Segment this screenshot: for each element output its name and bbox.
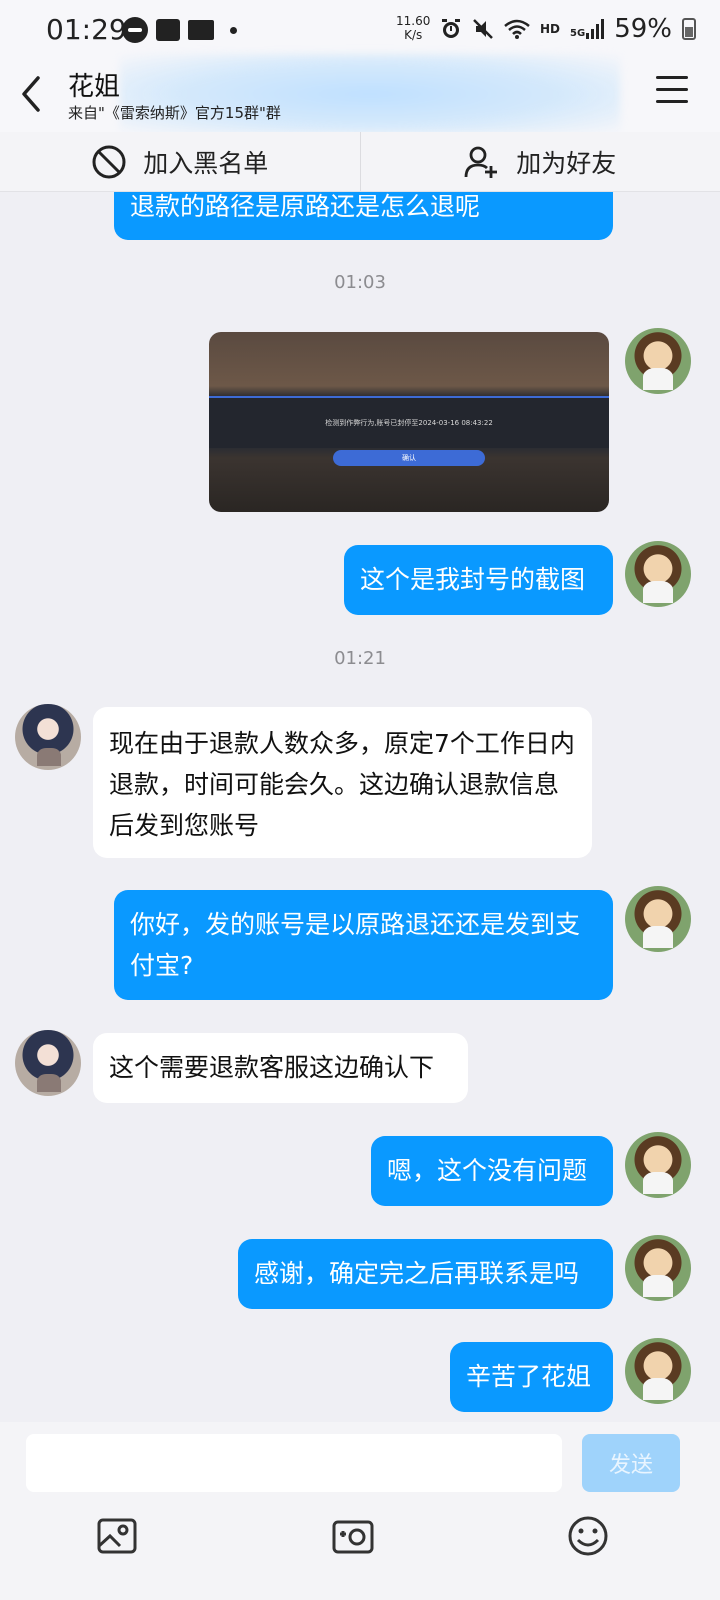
screenshot-confirm: 确认 xyxy=(333,450,485,466)
network-type: 5G xyxy=(570,28,586,39)
message-bubble-outgoing[interactable]: 辛苦了花姐 xyxy=(450,1342,613,1412)
avatar[interactable] xyxy=(15,1030,81,1096)
menu-icon xyxy=(656,76,688,79)
emoji-button[interactable] xyxy=(566,1514,610,1558)
avatar[interactable] xyxy=(625,1132,691,1198)
input-bar: 发送 xyxy=(0,1422,720,1600)
emoji-icon xyxy=(568,1516,608,1556)
camera-icon xyxy=(332,1520,374,1554)
gallery-notification-icon xyxy=(156,19,180,41)
message-bubble-outgoing[interactable]: 这个是我封号的截图 xyxy=(344,545,613,615)
camera-button[interactable] xyxy=(331,1514,375,1558)
mute-icon xyxy=(473,19,493,39)
screenshot-text: 检测到作弊行为,账号已封停至2024-03-16 08:43:22 xyxy=(325,419,493,427)
status-time: 01:29 xyxy=(46,13,127,46)
cell-signal-icon: 5G xyxy=(570,19,605,39)
block-icon xyxy=(92,145,126,178)
chat-subtitle: 来自"《雷索纳斯》官方15群"群 xyxy=(68,104,281,122)
menu-button[interactable] xyxy=(656,76,688,106)
battery-icon xyxy=(681,18,696,40)
message-bubble-outgoing[interactable]: 嗯，这个没有问题 xyxy=(371,1136,613,1206)
message-bubble-outgoing[interactable]: 感谢，确定完之后再联系是吗 xyxy=(238,1239,613,1309)
photo-button[interactable] xyxy=(96,1514,140,1558)
chat-header: 花姐 来自"《雷索纳斯》官方15群"群 xyxy=(0,54,720,134)
back-arrow-icon xyxy=(22,76,40,112)
notification-icons xyxy=(122,17,237,43)
image-message[interactable]: 检测到作弊行为,账号已封停至2024-03-16 08:43:22 确认 xyxy=(209,332,609,512)
avatar[interactable] xyxy=(625,1235,691,1301)
message-timestamp: 01:03 xyxy=(334,272,386,293)
message-bubble-incoming[interactable]: 这个需要退款客服这边确认下 xyxy=(93,1033,468,1103)
network-speed-unit: K/s xyxy=(404,28,423,42)
battery-level: 59% xyxy=(614,14,672,44)
message-input[interactable] xyxy=(26,1434,562,1492)
avatar[interactable] xyxy=(625,328,691,394)
blacklist-label: 加入黑名单 xyxy=(143,148,269,178)
wifi-icon xyxy=(504,19,530,39)
hd-indicator: HD xyxy=(540,22,561,36)
menu-icon-line xyxy=(656,88,688,91)
avatar[interactable] xyxy=(15,704,81,770)
more-notifications-icon xyxy=(230,26,237,34)
send-button[interactable]: 发送 xyxy=(582,1434,680,1492)
menu-icon-line xyxy=(656,100,688,103)
photo-icon xyxy=(97,1518,137,1554)
back-button[interactable] xyxy=(18,74,48,114)
add-friend-button[interactable]: 加为好友 xyxy=(359,132,720,191)
reader-notification-icon xyxy=(188,20,214,40)
network-speed-value: 11.60 xyxy=(396,14,431,28)
chat-title: 花姐 xyxy=(68,72,121,102)
avatar[interactable] xyxy=(625,541,691,607)
dnd-icon xyxy=(122,17,148,43)
avatar[interactable] xyxy=(625,886,691,952)
message-list[interactable]: 退款的路径是原路还是怎么退呢 01:03 检测到作弊行为,账号已封停至2024-… xyxy=(0,192,720,1454)
network-speed: 11.60 K/s xyxy=(396,14,430,42)
status-bar: 01:29 11.60 K/s HD 5G 59% xyxy=(0,0,720,60)
message-bubble-incoming[interactable]: 现在由于退款人数众多，原定7个工作日内退款，时间可能会久。这边确认退款信息后发到… xyxy=(93,707,592,858)
status-right: HD 5G 59% xyxy=(440,14,696,44)
action-bar: 加入黑名单 加为好友 xyxy=(0,132,720,192)
add-to-blacklist-button[interactable]: 加入黑名单 xyxy=(0,132,360,191)
message-bubble-outgoing[interactable]: 你好，发的账号是以原路退还还是发到支付宝? xyxy=(114,890,613,1000)
add-friend-icon xyxy=(464,146,498,178)
message-timestamp: 01:21 xyxy=(334,648,386,669)
add-friend-label: 加为好友 xyxy=(516,148,617,178)
alarm-icon xyxy=(442,19,460,38)
message-bubble-outgoing[interactable]: 退款的路径是原路还是怎么退呢 xyxy=(114,192,613,240)
avatar[interactable] xyxy=(625,1338,691,1404)
